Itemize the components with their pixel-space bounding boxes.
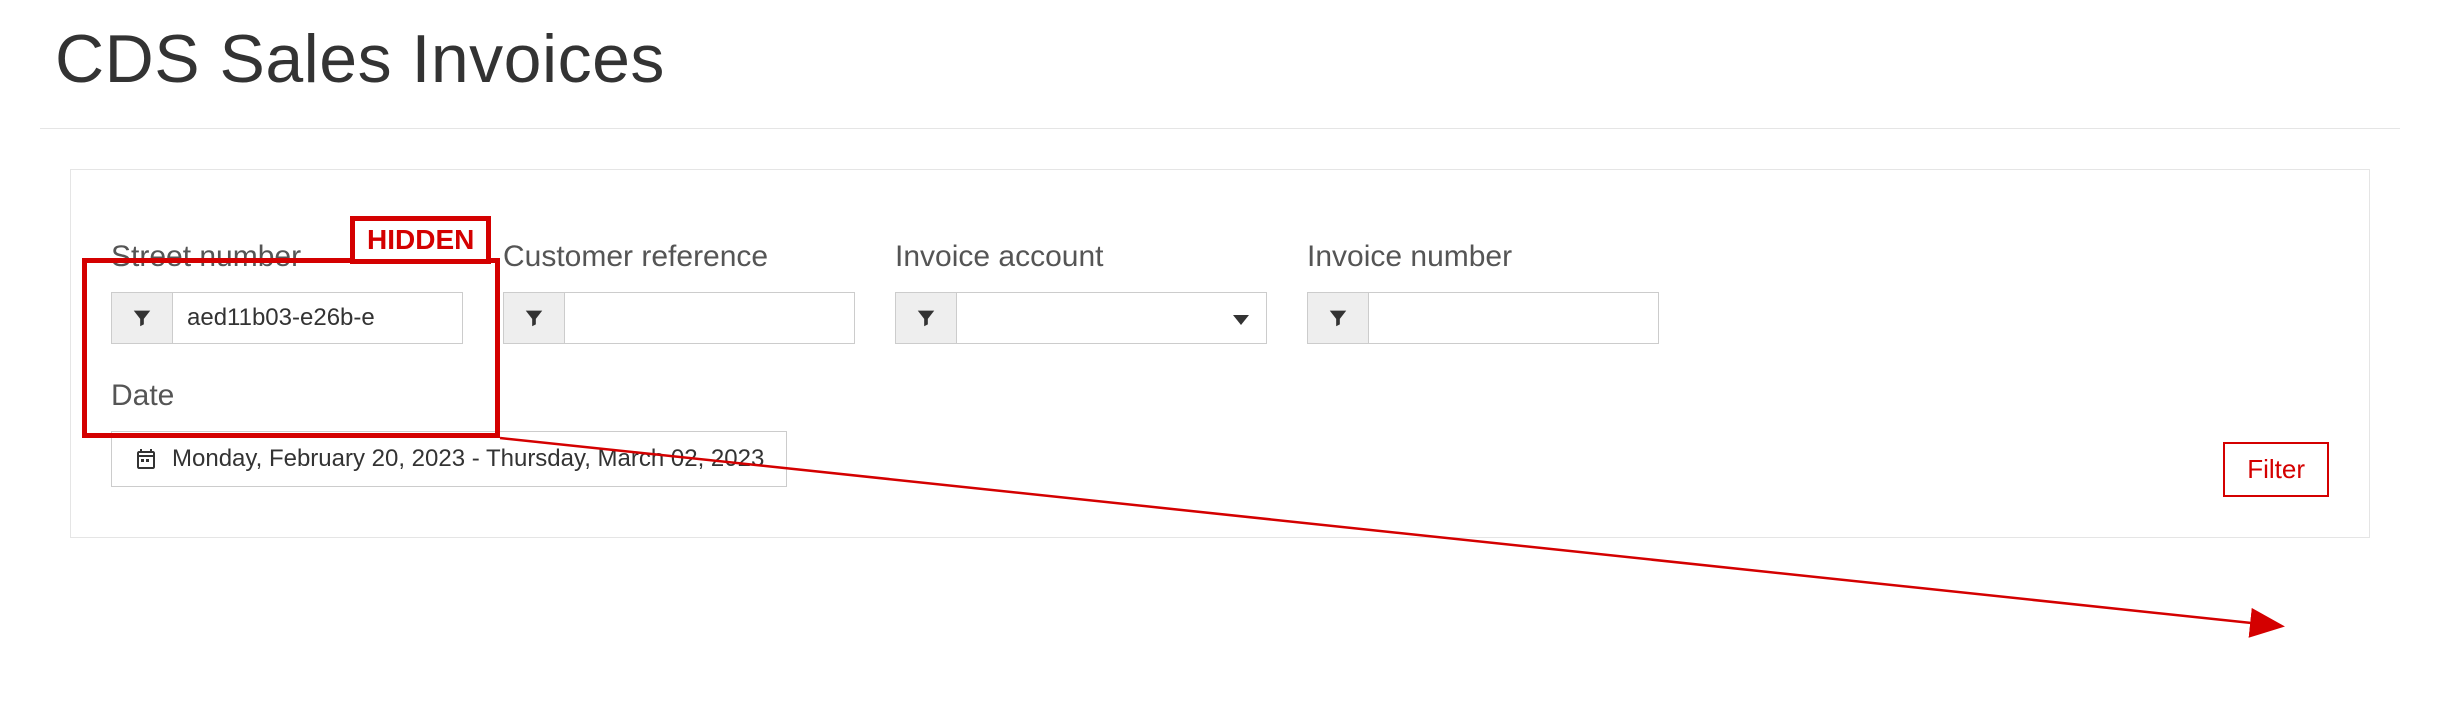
customer-reference-input[interactable]: [565, 292, 855, 344]
filter-invoice-account: Invoice account: [895, 240, 1267, 344]
filter-icon-button-invoice-number[interactable]: [1307, 292, 1369, 344]
filter-icon: [1327, 307, 1349, 329]
filter-icon: [131, 307, 153, 329]
label-street-number: Street number: [111, 240, 463, 274]
filter-icon: [523, 307, 545, 329]
filter-icon-button-invoice-account[interactable]: [895, 292, 957, 344]
input-combo-invoice-account: [895, 292, 1267, 344]
filter-icon: [915, 307, 937, 329]
label-invoice-account: Invoice account: [895, 240, 1267, 274]
label-invoice-number: Invoice number: [1307, 240, 1659, 274]
filter-invoice-number: Invoice number: [1307, 240, 1659, 344]
filter-icon-button-street-number[interactable]: [111, 292, 173, 344]
label-customer-reference: Customer reference: [503, 240, 855, 274]
page-title: CDS Sales Invoices: [55, 20, 2440, 98]
filter-panel: Street number Customer reference Invoice…: [70, 169, 2370, 538]
street-number-input[interactable]: [173, 292, 463, 344]
filters-row: Street number Customer reference Invoice…: [111, 240, 2329, 344]
invoice-account-select[interactable]: [957, 292, 1267, 344]
filter-street-number: Street number: [111, 240, 463, 344]
filter-button[interactable]: Filter: [2223, 442, 2329, 497]
input-combo-invoice-number: [1307, 292, 1659, 344]
invoice-number-input[interactable]: [1369, 292, 1659, 344]
input-combo-customer-reference: [503, 292, 855, 344]
filter-icon-button-customer-reference[interactable]: [503, 292, 565, 344]
select-wrap-invoice-account: [957, 292, 1267, 344]
date-range-text: Monday, February 20, 2023 - Thursday, Ma…: [172, 445, 764, 473]
label-date: Date: [111, 379, 2329, 413]
calendar-icon: [134, 447, 158, 471]
filter-customer-reference: Customer reference: [503, 240, 855, 344]
date-range-picker[interactable]: Monday, February 20, 2023 - Thursday, Ma…: [111, 431, 787, 487]
divider: [40, 128, 2400, 129]
input-combo-street-number: [111, 292, 463, 344]
filter-date: Date Monday, February 20, 2023 - Thursda…: [111, 379, 2329, 487]
